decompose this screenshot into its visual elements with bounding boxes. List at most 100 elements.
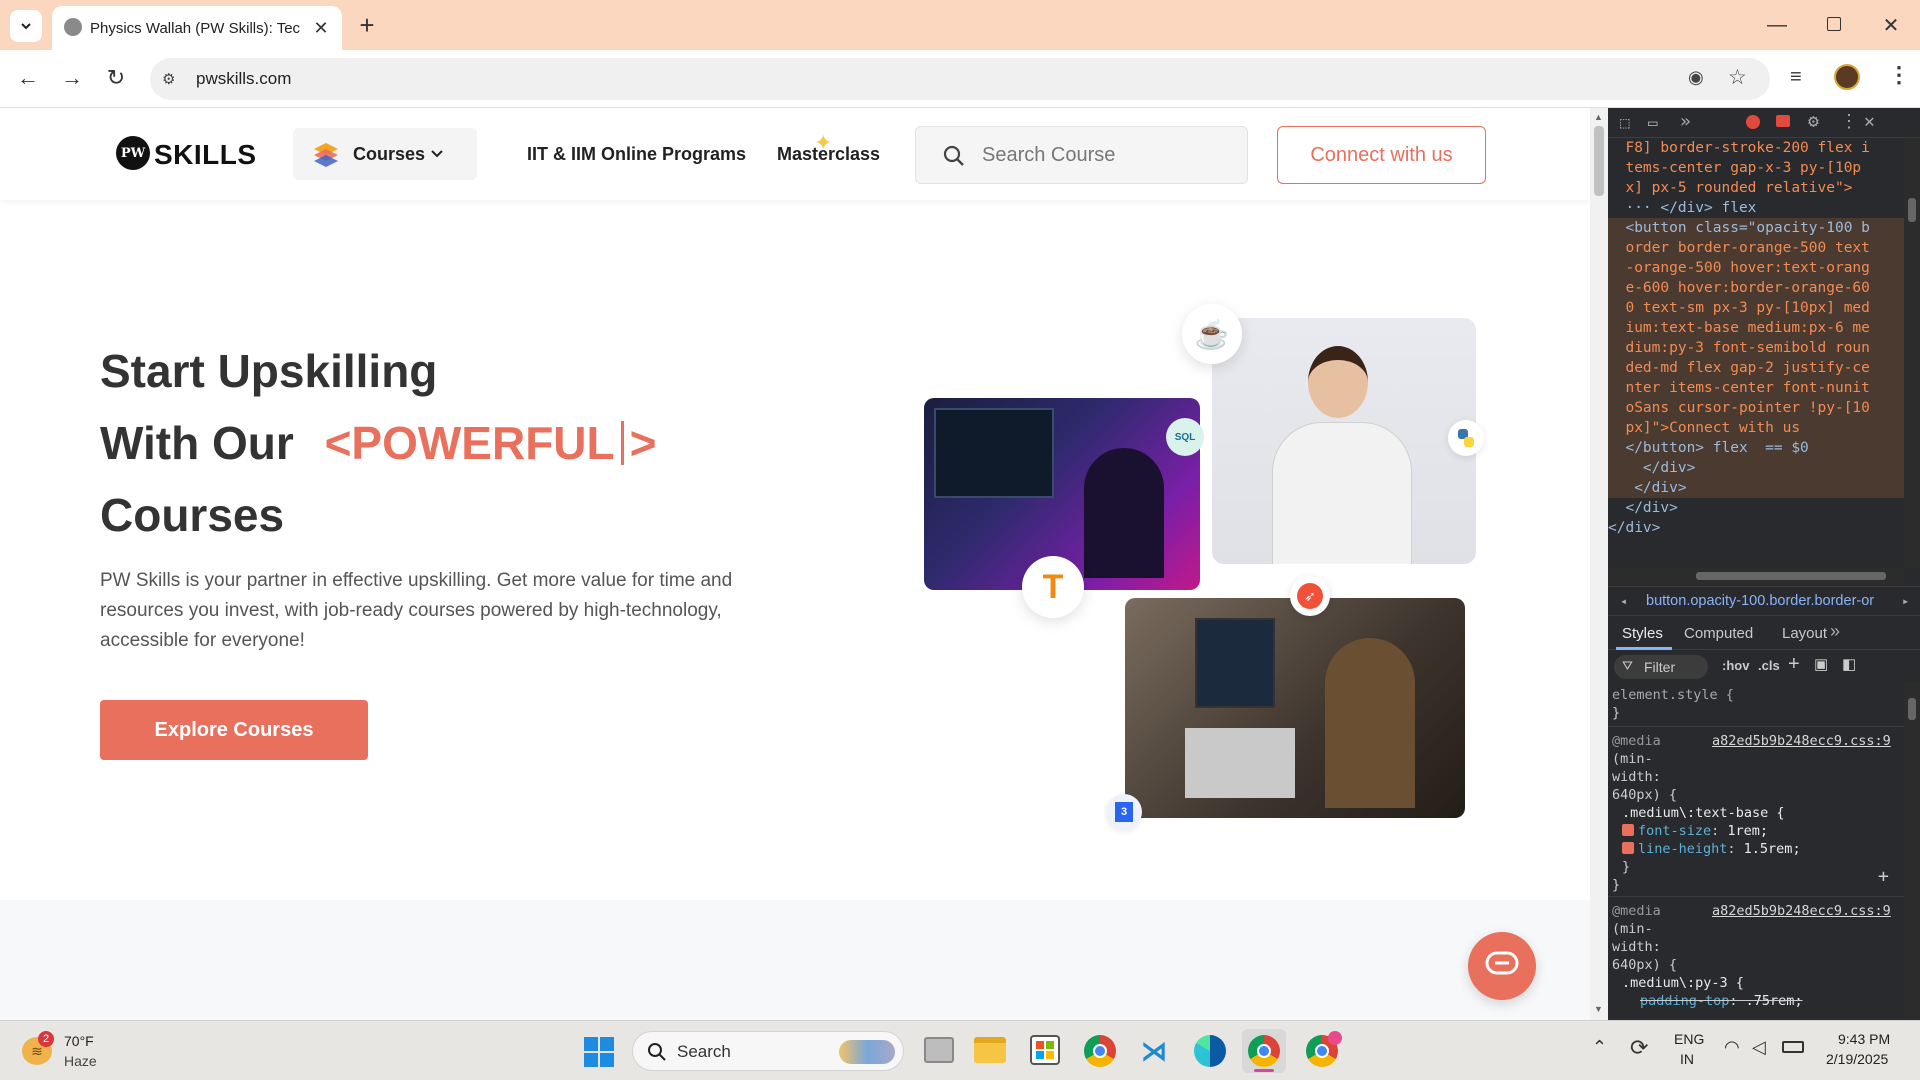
elements-tree[interactable]: F8] border-stroke-200 flex i tems-center… <box>1608 138 1904 568</box>
rule1-prop2[interactable]: line-height: 1.5rem; <box>1622 840 1801 858</box>
colon: : <box>1729 993 1746 1009</box>
rule1-source-link[interactable]: a82ed5b9b248ecc9.css:9 <box>1712 732 1891 750</box>
devtools-menu-icon[interactable]: ⋮ <box>1840 111 1858 132</box>
task-view-icon[interactable] <box>924 1037 954 1063</box>
rule2-prop1[interactable]: padding-top: .75rem; <box>1640 992 1803 1010</box>
breadcrumb-right-arrow[interactable]: ▸ <box>1902 594 1909 608</box>
close-tab-icon[interactable]: ✕ <box>310 17 332 39</box>
breadcrumb-bar: ◂ button.opacity-100.border.border-or ▸ <box>1608 586 1920 616</box>
reload-button[interactable]: ↻ <box>100 62 132 94</box>
rule1-prop1[interactable]: font-size: 1rem; <box>1622 822 1768 840</box>
clock-date[interactable]: 2/19/2025 <box>1826 1051 1888 1067</box>
back-button[interactable]: ← <box>12 62 44 94</box>
tab-styles[interactable]: Styles <box>1622 625 1663 642</box>
connect-button[interactable]: Connect with us <box>1277 126 1486 184</box>
forward-button[interactable]: → <box>56 62 88 94</box>
rule2-cond: width: <box>1612 939 1661 955</box>
inspect-element-icon[interactable]: ⬚ <box>1620 113 1630 132</box>
scroll-up-arrow[interactable]: ▲ <box>1594 112 1603 122</box>
tab-computed[interactable]: Computed <box>1684 625 1753 642</box>
error-count-icon[interactable] <box>1746 115 1760 129</box>
scroll-down-arrow[interactable]: ▼ <box>1594 1004 1603 1014</box>
chrome-profile-icon[interactable] <box>1306 1031 1342 1067</box>
maximize-button[interactable] <box>1827 17 1841 31</box>
horizontal-scroll-thumb[interactable] <box>1696 572 1886 580</box>
explore-courses-button[interactable]: Explore Courses <box>100 700 368 760</box>
filter-input[interactable]: ⛛ Filter <box>1614 655 1708 679</box>
language-line2[interactable]: IN <box>1680 1051 1694 1067</box>
breadcrumb[interactable]: button.opacity-100.border.border-or <box>1646 593 1886 609</box>
warning-count-icon[interactable] <box>1776 115 1790 127</box>
horizontal-scrollbar[interactable] <box>1608 568 1904 584</box>
css3-icon: 3 <box>1106 794 1142 830</box>
swift-glyph: ➶ <box>1297 583 1323 609</box>
browser-tab[interactable]: Physics Wallah (PW Skills): Tech ✕ <box>52 6 342 50</box>
breadcrumb-left-arrow[interactable]: ◂ <box>1620 594 1627 608</box>
media-control-icon[interactable]: ≡ <box>1790 66 1802 89</box>
start-button[interactable] <box>584 1037 614 1067</box>
rule2-source-link[interactable]: a82ed5b9b248ecc9.css:9 <box>1712 902 1891 920</box>
rule2-cond: (min- <box>1612 921 1653 937</box>
address-bar[interactable]: ⚙ pwskills.com ◉ ☆ <box>150 58 1770 100</box>
chrome-icon[interactable] <box>1084 1035 1116 1067</box>
taskbar-search[interactable]: Search <box>632 1031 904 1071</box>
more-tabs-icon[interactable]: » <box>1830 621 1840 642</box>
url-text[interactable]: pwskills.com <box>196 69 291 89</box>
sync-icon[interactable]: ⟳ <box>1630 1035 1648 1061</box>
logo-text: SKILLS <box>154 139 257 170</box>
more-panels-icon[interactable]: » <box>1680 111 1691 132</box>
cls-toggle[interactable]: .cls <box>1758 658 1780 673</box>
courses-dropdown[interactable]: Courses <box>293 128 477 180</box>
language-line1[interactable]: ENG <box>1674 1031 1704 1047</box>
profile-avatar[interactable] <box>1834 64 1860 90</box>
site-info-icon[interactable]: ⚙ <box>162 70 180 88</box>
new-tab-button[interactable]: + <box>352 10 382 40</box>
css3-glyph: 3 <box>1115 802 1133 822</box>
property-checkbox[interactable] <box>1622 842 1634 854</box>
typing-cursor <box>620 421 624 465</box>
menu-kebab-icon[interactable]: ⋮ <box>1888 62 1910 88</box>
chrome-active-icon[interactable] <box>1242 1029 1286 1073</box>
elements-scrollbar[interactable] <box>1904 138 1920 568</box>
styles-scrollbar[interactable] <box>1904 682 1920 1020</box>
pw-logo[interactable]: PW SKILLS <box>116 136 256 176</box>
microsoft-store-icon[interactable] <box>1030 1035 1060 1065</box>
device-toggle-icon[interactable]: ▭ <box>1648 113 1658 132</box>
paint-icon[interactable]: ▣ <box>1814 655 1828 673</box>
close-window-button[interactable]: ✕ <box>1876 10 1906 40</box>
add-rule-icon[interactable]: + <box>1878 868 1889 886</box>
python-icon <box>1448 420 1484 456</box>
sidebar-toggle-icon[interactable]: ◧ <box>1842 655 1856 673</box>
styles-scroll-thumb[interactable] <box>1908 698 1916 720</box>
chat-support-button[interactable] <box>1468 932 1536 1000</box>
tab-layout[interactable]: Layout <box>1782 625 1827 642</box>
edge-icon[interactable] <box>1194 1035 1226 1067</box>
scroll-thumb[interactable] <box>1594 126 1604 196</box>
laptop-shape <box>1185 728 1295 798</box>
hov-toggle[interactable]: :hov <box>1722 658 1749 673</box>
close-devtools-icon[interactable]: ✕ <box>1864 111 1875 132</box>
bookmark-star-icon[interactable]: ☆ <box>1728 65 1747 90</box>
element-style-close: } <box>1612 705 1621 721</box>
volume-icon[interactable]: ◁ <box>1752 1037 1766 1058</box>
sparkle-icon: ✦ <box>814 130 833 155</box>
property-checkbox[interactable] <box>1622 824 1634 836</box>
nav-link-iit-iim[interactable]: IIT & IIM Online Programs <box>527 144 746 165</box>
page-scrollbar[interactable]: ▲ ▼ <box>1590 108 1608 1020</box>
show-hidden-icons-icon[interactable]: ⌃ <box>1592 1037 1607 1058</box>
tab-search-button[interactable] <box>10 10 42 42</box>
minimize-button[interactable]: — <box>1760 10 1794 40</box>
eye-off-icon[interactable]: ◉ <box>1688 67 1704 88</box>
elements-scroll-thumb[interactable] <box>1908 198 1916 222</box>
clock-time[interactable]: 9:43 PM <box>1838 1031 1890 1047</box>
battery-icon[interactable] <box>1782 1041 1804 1053</box>
search-box[interactable]: Search Course <box>915 126 1248 184</box>
search-input[interactable]: Search Course <box>982 144 1115 167</box>
vscode-icon[interactable]: ⋊ <box>1138 1035 1170 1067</box>
wifi-icon[interactable]: ◠ <box>1724 1037 1740 1058</box>
settings-gear-icon[interactable]: ⚙ <box>1808 111 1819 132</box>
new-rule-icon[interactable]: + <box>1788 653 1800 676</box>
weather-widget[interactable]: ≋ 2 70°F Haze <box>18 1029 128 1073</box>
weather-temp: 70°F <box>64 1033 94 1049</box>
file-explorer-icon[interactable] <box>974 1037 1006 1063</box>
